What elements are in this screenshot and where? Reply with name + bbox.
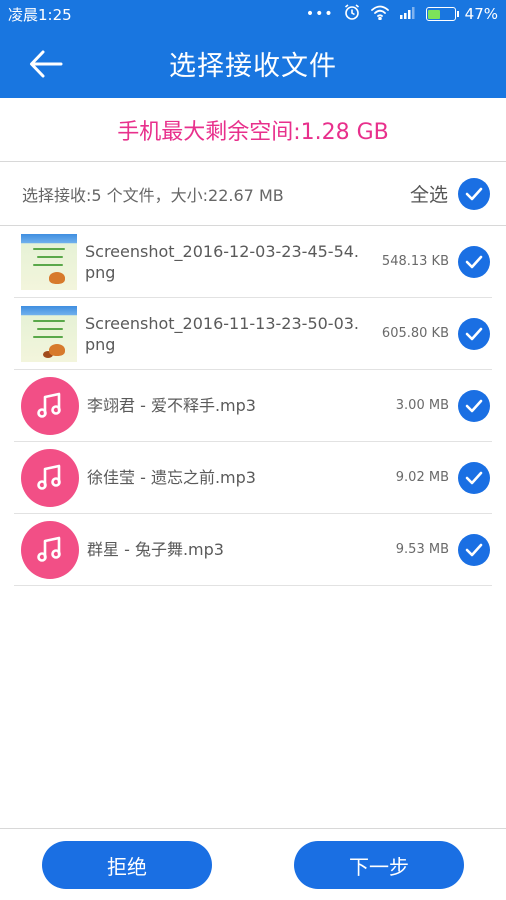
- thumbnail-detail: [33, 263, 63, 266]
- file-check-icon[interactable]: [458, 389, 490, 422]
- file-size: 548.13 KB: [381, 254, 449, 269]
- thumbnail-detail: [37, 255, 63, 258]
- thumbnail-detail: [33, 335, 63, 338]
- storage-text: 手机最大剩余空间:1.28 GB: [117, 119, 389, 145]
- file-row[interactable]: 群星 - 兔子舞.mp3 9.53 MB: [14, 514, 492, 586]
- thumbnail-detail: [33, 247, 65, 250]
- wifi-icon: [370, 4, 390, 24]
- thumbnail-detail: [49, 271, 65, 284]
- battery-level: [428, 9, 440, 19]
- music-note-icon: [21, 520, 79, 579]
- music-note-icon: [21, 376, 79, 435]
- file-row[interactable]: Screenshot_2016-11-13-23-50-03.png 605.8…: [14, 298, 492, 370]
- file-name: 李翊君 - 爱不释手.mp3: [87, 396, 256, 415]
- file-name: Screenshot_2016-12-03-23-45-54.png: [85, 241, 360, 282]
- file-list: Screenshot_2016-12-03-23-45-54.png 548.1…: [14, 226, 492, 586]
- storage-info: 手机最大剩余空间:1.28 GB: [0, 98, 506, 162]
- signal-icon: [399, 5, 417, 23]
- status-bar: 凌晨1:25 ••• 47%: [0, 0, 506, 28]
- battery-percent: 47%: [464, 5, 498, 23]
- selection-summary: 选择接收:5 个文件，大小:22.67 MB 全选: [0, 162, 506, 226]
- file-name: 群星 - 兔子舞.mp3: [87, 540, 224, 559]
- next-step-button[interactable]: 下一步: [294, 841, 464, 889]
- back-arrow-icon: [30, 50, 63, 78]
- summary-text: 选择接收:5 个文件，大小:22.67 MB: [22, 185, 284, 205]
- file-check-icon[interactable]: [458, 533, 490, 566]
- status-icons: ••• 47%: [306, 3, 498, 25]
- page-title: 选择接收文件: [169, 50, 337, 82]
- battery-icon: [425, 7, 459, 21]
- bottom-action-bar: 拒绝 下一步: [0, 828, 506, 900]
- file-name: 徐佳莹 - 遗忘之前.mp3: [87, 468, 256, 487]
- status-time: 凌晨1:25: [8, 5, 72, 24]
- image-thumbnail: [21, 233, 77, 290]
- title-bar: 选择接收文件: [0, 28, 506, 98]
- music-note-icon: [21, 448, 79, 507]
- file-check-icon[interactable]: [458, 245, 490, 278]
- thumbnail-detail: [33, 319, 65, 322]
- file-row[interactable]: 李翊君 - 爱不释手.mp3 3.00 MB: [14, 370, 492, 442]
- image-thumbnail: [21, 305, 77, 362]
- reject-button[interactable]: 拒绝: [42, 841, 212, 889]
- file-size: 9.02 MB: [395, 470, 449, 485]
- file-size: 3.00 MB: [395, 398, 449, 413]
- file-size: 605.80 KB: [381, 326, 449, 341]
- file-name: Screenshot_2016-11-13-23-50-03.png: [85, 313, 360, 354]
- file-row[interactable]: Screenshot_2016-12-03-23-45-54.png 548.1…: [14, 226, 492, 298]
- back-button[interactable]: [28, 48, 64, 80]
- select-all-label: 全选: [409, 184, 448, 206]
- file-check-icon[interactable]: [458, 317, 490, 350]
- file-row[interactable]: 徐佳莹 - 遗忘之前.mp3 9.02 MB: [14, 442, 492, 514]
- more-dots: •••: [305, 6, 334, 22]
- thumbnail-detail: [37, 327, 63, 330]
- alarm-icon: [343, 3, 361, 25]
- file-size: 9.53 MB: [395, 542, 449, 557]
- select-all-check-icon[interactable]: [458, 177, 490, 210]
- file-check-icon[interactable]: [458, 461, 490, 494]
- thumbnail-detail: [49, 343, 65, 356]
- select-all-toggle[interactable]: 全选: [409, 177, 490, 210]
